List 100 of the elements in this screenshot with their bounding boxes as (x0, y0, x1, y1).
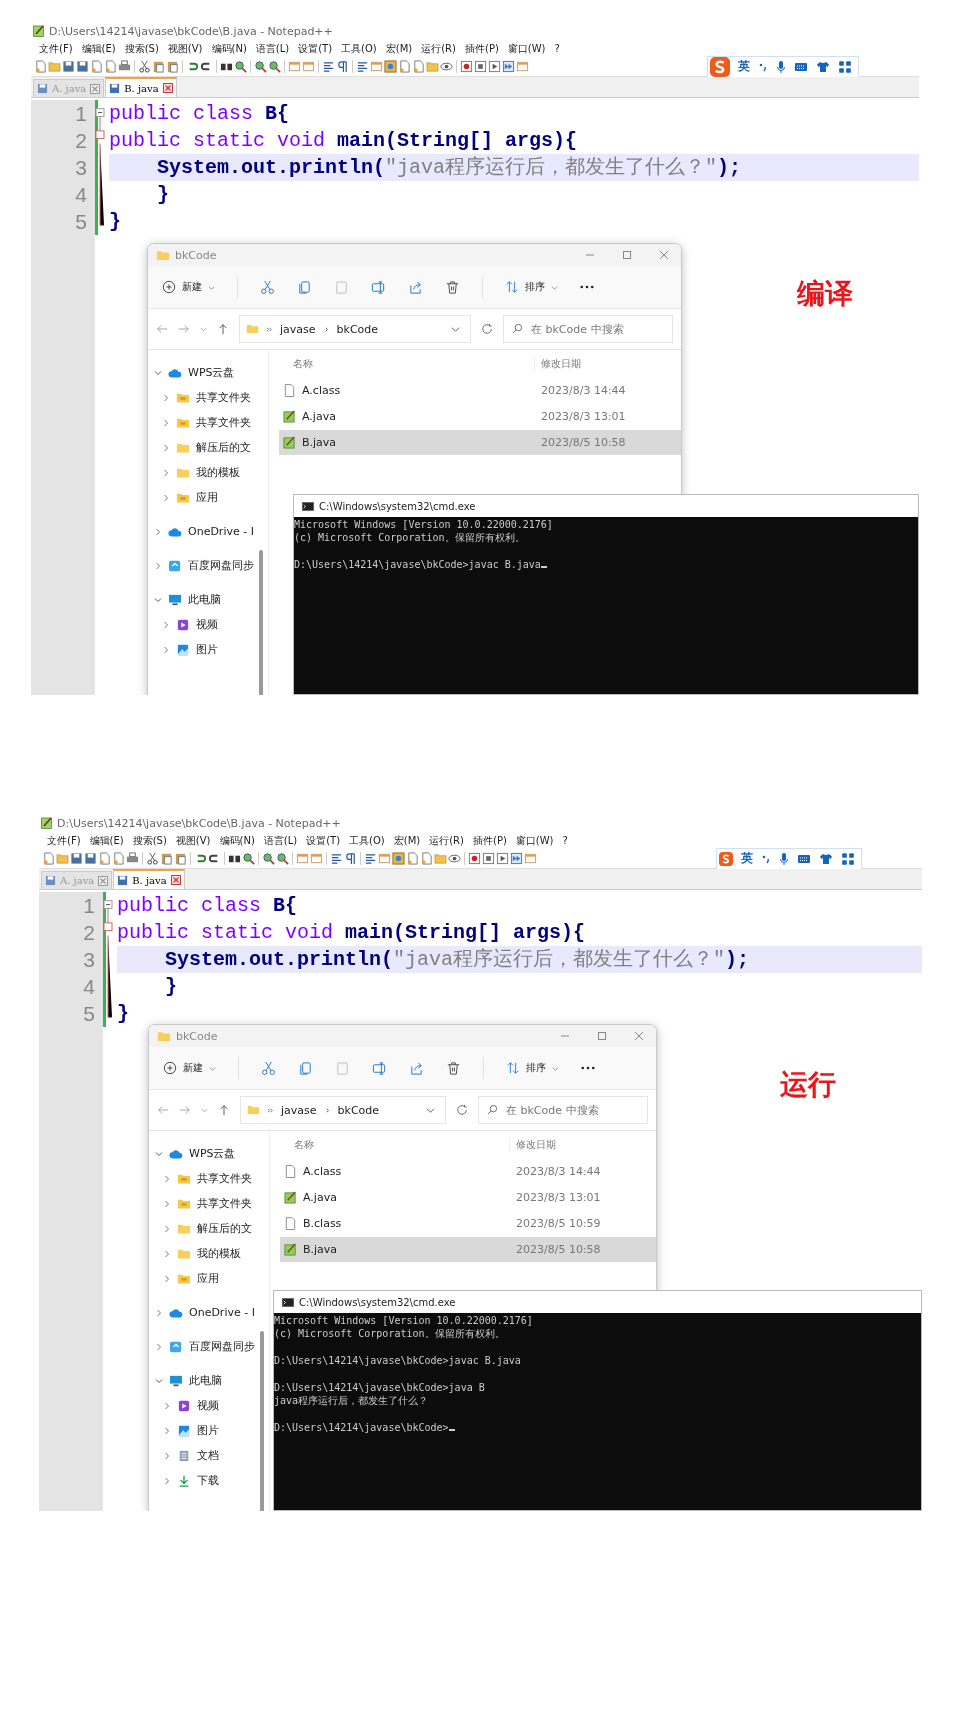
menu-item[interactable]: 工具(O) (337, 41, 381, 56)
scrollbar[interactable] (259, 550, 263, 695)
magnifier-icon[interactable] (234, 60, 247, 73)
floppy-icon[interactable] (70, 852, 83, 865)
clipboard-icon[interactable] (160, 852, 173, 865)
file-row[interactable]: A.java 2023/8/3 13:01 (279, 404, 681, 429)
file-tab[interactable]: B. java (105, 77, 177, 97)
floppy-icon[interactable] (84, 852, 97, 865)
new-button[interactable]: 新建 (163, 1061, 216, 1075)
scissors-icon[interactable] (146, 852, 159, 865)
more-icon[interactable] (580, 285, 594, 289)
clipboard-icon[interactable] (152, 60, 165, 73)
stop-icon[interactable] (474, 60, 487, 73)
magnifier-icon[interactable] (242, 852, 255, 865)
tree-item[interactable]: 共享文件夹 (154, 410, 268, 435)
page-icon[interactable] (112, 852, 125, 865)
close-icon[interactable] (162, 83, 173, 93)
pilcrow-icon[interactable] (336, 60, 349, 73)
file-row[interactable]: A.class 2023/8/3 14:44 (280, 1159, 656, 1184)
tree-item[interactable]: 图片 (154, 637, 268, 662)
tree-item[interactable]: WPS云盘 (154, 360, 268, 385)
pilcrow-icon[interactable] (344, 852, 357, 865)
eye-icon[interactable] (448, 852, 461, 865)
tree-item[interactable]: 视频 (155, 1393, 269, 1418)
column-header[interactable]: 名称 (280, 1138, 509, 1152)
tree-item[interactable]: 文档 (155, 1443, 269, 1468)
tree-item[interactable]: OneDrive - I (155, 1300, 269, 1325)
refresh-icon[interactable] (456, 1104, 468, 1116)
tree-item[interactable]: 应用 (155, 1266, 269, 1291)
menu-item[interactable]: ? (550, 43, 564, 54)
copy-icon[interactable] (297, 279, 312, 295)
close-icon[interactable] (98, 875, 109, 886)
magnifier-icon[interactable] (262, 852, 275, 865)
sort-button[interactable]: 排序 (505, 280, 558, 294)
picture-icon[interactable] (392, 852, 405, 865)
scissors-icon[interactable] (261, 1060, 276, 1076)
window-icon[interactable] (516, 60, 529, 73)
menu-item[interactable]: 插件(P) (469, 833, 511, 848)
window-icon[interactable] (302, 60, 315, 73)
close-icon[interactable] (170, 875, 181, 885)
play-icon[interactable] (488, 60, 501, 73)
lines-icon[interactable] (356, 60, 369, 73)
menu-item[interactable]: 编码(N) (215, 833, 259, 848)
close-icon[interactable] (90, 83, 101, 94)
menu-item[interactable]: 窗口(W) (511, 833, 558, 848)
window-icon[interactable] (524, 852, 537, 865)
picture-icon[interactable] (384, 60, 397, 73)
file-tab[interactable]: B. java (113, 869, 185, 889)
clipboard-icon[interactable] (174, 852, 187, 865)
file-row[interactable]: B.class 2023/8/5 10:59 (280, 1211, 656, 1236)
shirt-icon[interactable] (816, 59, 830, 74)
rename-icon[interactable] (371, 279, 386, 295)
file-row[interactable]: B.java 2023/8/5 10:58 (279, 430, 681, 455)
menu-item[interactable]: 宏(M) (389, 833, 425, 848)
column-header[interactable]: 名称 (279, 357, 534, 371)
tree-item[interactable]: 下载 (155, 1468, 269, 1493)
window-icon[interactable] (310, 852, 323, 865)
window-icon[interactable] (296, 852, 309, 865)
share-icon[interactable] (409, 1060, 424, 1076)
menu-item[interactable]: 窗口(W) (503, 41, 550, 56)
page-icon[interactable] (104, 60, 117, 73)
address-bar[interactable]: javase bkCode (239, 315, 471, 343)
magnifier-icon[interactable] (254, 60, 267, 73)
page-icon[interactable] (42, 852, 55, 865)
play-icon[interactable] (496, 852, 509, 865)
scrollbar[interactable] (260, 1331, 264, 1511)
tree-item[interactable]: 图片 (155, 1418, 269, 1443)
tree-item[interactable]: 此电脑 (154, 587, 268, 612)
menu-item[interactable]: 文件(F) (43, 833, 85, 848)
folder-icon[interactable] (56, 852, 69, 865)
page-icon[interactable] (406, 852, 419, 865)
ime-logo-icon[interactable] (719, 851, 733, 866)
tree-item[interactable]: 视频 (154, 612, 268, 637)
search-field[interactable]: 在 bkCode 中搜索 (478, 1096, 648, 1124)
file-row[interactable]: A.java 2023/8/3 13:01 (280, 1185, 656, 1210)
fast-forward-icon[interactable] (502, 60, 515, 73)
share-icon[interactable] (408, 279, 423, 295)
ime-logo-icon[interactable] (710, 56, 730, 77)
menu-item[interactable]: 宏(M) (381, 41, 417, 56)
stop-icon[interactable] (482, 852, 495, 865)
tree-item[interactable]: 我的模板 (155, 1241, 269, 1266)
tree-item[interactable]: 共享文件夹 (155, 1191, 269, 1216)
page-icon[interactable] (412, 60, 425, 73)
trash-icon[interactable] (445, 279, 460, 295)
shirt-icon[interactable] (819, 851, 833, 866)
folder-icon[interactable] (48, 60, 61, 73)
file-row[interactable]: A.class 2023/8/3 14:44 (279, 378, 681, 403)
menu-item[interactable]: 插件(P) (461, 41, 503, 56)
fast-forward-icon[interactable] (510, 852, 523, 865)
copy-icon[interactable] (298, 1060, 313, 1076)
menu-item[interactable]: 工具(O) (345, 833, 389, 848)
scissors-icon[interactable] (138, 60, 151, 73)
maximize-icon[interactable] (622, 250, 632, 260)
microphone-icon[interactable] (776, 59, 786, 74)
page-icon[interactable] (90, 60, 103, 73)
menu-item[interactable]: ? (558, 835, 572, 846)
record-icon[interactable] (468, 852, 481, 865)
record-icon[interactable] (460, 60, 473, 73)
lines-icon[interactable] (364, 852, 377, 865)
menu-item[interactable]: 运行(R) (425, 833, 468, 848)
